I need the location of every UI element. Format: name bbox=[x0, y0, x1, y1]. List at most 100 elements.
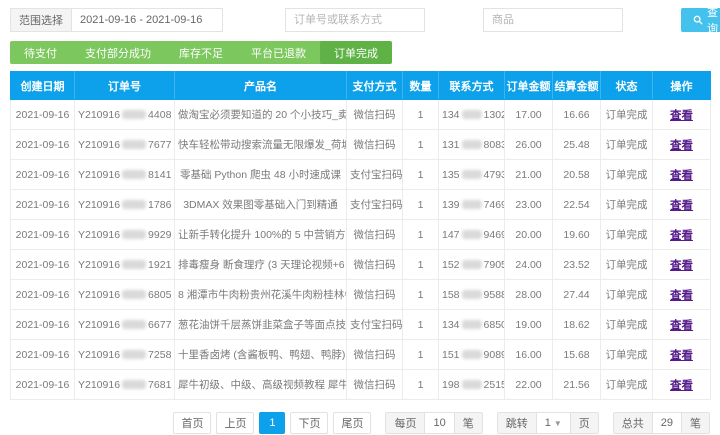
order-status-tabs: 待支付 支付部分成功 库存不足 平台已退款 订单完成 bbox=[10, 41, 362, 64]
view-link[interactable]: 查看 bbox=[670, 230, 693, 242]
table-row: 2021-09-16 Y2109168141 零基础 Python 爬虫 48 … bbox=[11, 160, 711, 190]
cell-quantity: 1 bbox=[403, 190, 439, 220]
search-button[interactable]: 查询 bbox=[681, 8, 720, 32]
cell-status: 订单完成 bbox=[601, 160, 653, 190]
cell-order-amount: 17.00 bbox=[505, 100, 553, 130]
redacted-phone-digits bbox=[462, 170, 482, 179]
col-header-payment-method: 支付方式 bbox=[347, 72, 403, 100]
cell-status: 订单完成 bbox=[601, 190, 653, 220]
total-label: 总共 bbox=[614, 413, 652, 433]
redacted-phone-digits bbox=[462, 110, 482, 119]
redacted-order-digits bbox=[122, 260, 146, 269]
cell-contact: 1346850 bbox=[439, 310, 505, 340]
cell-settle-amount: 18.62 bbox=[553, 310, 601, 340]
cell-settle-amount: 19.60 bbox=[553, 220, 601, 250]
cell-settle-amount: 27.44 bbox=[553, 280, 601, 310]
cell-payment-method: 微信扫码 bbox=[347, 220, 403, 250]
cell-payment-method: 微信扫码 bbox=[347, 250, 403, 280]
tab-partial-payment-success[interactable]: 支付部分成功 bbox=[71, 41, 165, 64]
tab-platform-refunded[interactable]: 平台已退款 bbox=[237, 41, 320, 64]
cell-create-date: 2021-09-16 bbox=[11, 100, 75, 130]
col-header-order-amount: 订单金额 bbox=[505, 72, 553, 100]
view-link[interactable]: 查看 bbox=[670, 260, 693, 272]
date-range-input[interactable] bbox=[71, 8, 223, 32]
product-search-input[interactable] bbox=[483, 8, 623, 32]
cell-order-no: Y2109169929 bbox=[75, 220, 175, 250]
table-row: 2021-09-16 Y2109169929 让新手转化提升 100%的 5 中… bbox=[11, 220, 711, 250]
cell-contact: 1318083 bbox=[439, 130, 505, 160]
cell-payment-method: 支付宝扫码 bbox=[347, 310, 403, 340]
cell-create-date: 2021-09-16 bbox=[11, 160, 75, 190]
cell-contact: 1527905 bbox=[439, 250, 505, 280]
pagination-bar: 首页 上页 1 下页 尾页 每页 10 笔 跳转 1▼ 页 总共 29 笔 bbox=[10, 412, 710, 434]
cell-product-name: 犀牛初级、中级、高级视频教程 犀牛教程 bbox=[175, 370, 347, 400]
table-row: 2021-09-16 Y2109161786 3DMAX 效果图零基础入门到精通… bbox=[11, 190, 711, 220]
cell-order-amount: 24.00 bbox=[505, 250, 553, 280]
tab-order-complete[interactable]: 订单完成 bbox=[320, 41, 392, 64]
cell-settle-amount: 23.52 bbox=[553, 250, 601, 280]
redacted-order-digits bbox=[122, 290, 146, 299]
pagination-first[interactable]: 首页 bbox=[173, 412, 211, 434]
cell-operation: 查看 bbox=[653, 280, 711, 310]
view-link[interactable]: 查看 bbox=[670, 110, 693, 122]
cell-operation: 查看 bbox=[653, 220, 711, 250]
cell-create-date: 2021-09-16 bbox=[11, 250, 75, 280]
order-search-input[interactable] bbox=[285, 8, 425, 32]
cell-settle-amount: 15.68 bbox=[553, 340, 601, 370]
cell-quantity: 1 bbox=[403, 370, 439, 400]
cell-settle-amount: 21.56 bbox=[553, 370, 601, 400]
range-select-label: 范围选择 bbox=[10, 8, 71, 32]
chevron-down-icon: ▼ bbox=[554, 419, 562, 428]
view-link[interactable]: 查看 bbox=[670, 320, 693, 332]
col-header-status: 状态 bbox=[601, 72, 653, 100]
redacted-phone-digits bbox=[462, 200, 482, 209]
view-link[interactable]: 查看 bbox=[670, 290, 693, 302]
cell-contact: 1397469 bbox=[439, 190, 505, 220]
redacted-order-digits bbox=[122, 170, 146, 179]
search-bar: 范围选择 查询 bbox=[10, 8, 710, 32]
cell-status: 订单完成 bbox=[601, 250, 653, 280]
orders-table: 创建日期 订单号 产品名 支付方式 数量 联系方式 订单金额 结算金额 状态 操… bbox=[10, 71, 711, 400]
cell-settle-amount: 16.66 bbox=[553, 100, 601, 130]
jump-unit: 页 bbox=[571, 413, 598, 433]
view-link[interactable]: 查看 bbox=[670, 350, 693, 362]
redacted-phone-digits bbox=[462, 320, 482, 329]
pagination-prev[interactable]: 上页 bbox=[216, 412, 254, 434]
pagination-next[interactable]: 下页 bbox=[290, 412, 328, 434]
view-link[interactable]: 查看 bbox=[670, 380, 693, 392]
jump-page-select[interactable]: 1▼ bbox=[536, 413, 571, 433]
view-link[interactable]: 查看 bbox=[670, 170, 693, 182]
cell-product-name: 3DMAX 效果图零基础入门到精通 bbox=[175, 190, 347, 220]
view-link[interactable]: 查看 bbox=[670, 200, 693, 212]
cell-operation: 查看 bbox=[653, 340, 711, 370]
cell-create-date: 2021-09-16 bbox=[11, 340, 75, 370]
per-page-label: 每页 bbox=[386, 413, 424, 433]
cell-order-no: Y2109166677 bbox=[75, 310, 175, 340]
col-header-operation: 操作 bbox=[653, 72, 711, 100]
cell-operation: 查看 bbox=[653, 130, 711, 160]
cell-contact: 1519089 bbox=[439, 340, 505, 370]
pagination-last[interactable]: 尾页 bbox=[333, 412, 371, 434]
cell-quantity: 1 bbox=[403, 310, 439, 340]
cell-quantity: 1 bbox=[403, 160, 439, 190]
cell-create-date: 2021-09-16 bbox=[11, 130, 75, 160]
cell-operation: 查看 bbox=[653, 190, 711, 220]
view-link[interactable]: 查看 bbox=[670, 140, 693, 152]
cell-product-name: 让新手转化提升 100%的 5 中营销方法 bbox=[175, 220, 347, 250]
table-header: 创建日期 订单号 产品名 支付方式 数量 联系方式 订单金额 结算金额 状态 操… bbox=[11, 72, 711, 100]
cell-payment-method: 微信扫码 bbox=[347, 370, 403, 400]
col-header-contact: 联系方式 bbox=[439, 72, 505, 100]
cell-create-date: 2021-09-16 bbox=[11, 220, 75, 250]
col-header-create-date: 创建日期 bbox=[11, 72, 75, 100]
cell-quantity: 1 bbox=[403, 340, 439, 370]
tab-pending-payment[interactable]: 待支付 bbox=[10, 41, 71, 64]
per-page-value[interactable]: 10 bbox=[424, 413, 454, 433]
cell-payment-method: 微信扫码 bbox=[347, 100, 403, 130]
cell-create-date: 2021-09-16 bbox=[11, 280, 75, 310]
pagination-page-1[interactable]: 1 bbox=[259, 412, 285, 434]
cell-product-name: 快车轻松带动搜索流量无限爆发_荷塘月色论坛 bbox=[175, 130, 347, 160]
search-button-label: 查询 bbox=[707, 4, 718, 36]
col-header-settle-amount: 结算金额 bbox=[553, 72, 601, 100]
tab-out-of-stock[interactable]: 库存不足 bbox=[165, 41, 237, 64]
cell-product-name: 葱花油饼千层蒸饼韭菜盒子等面点技术 bbox=[175, 310, 347, 340]
